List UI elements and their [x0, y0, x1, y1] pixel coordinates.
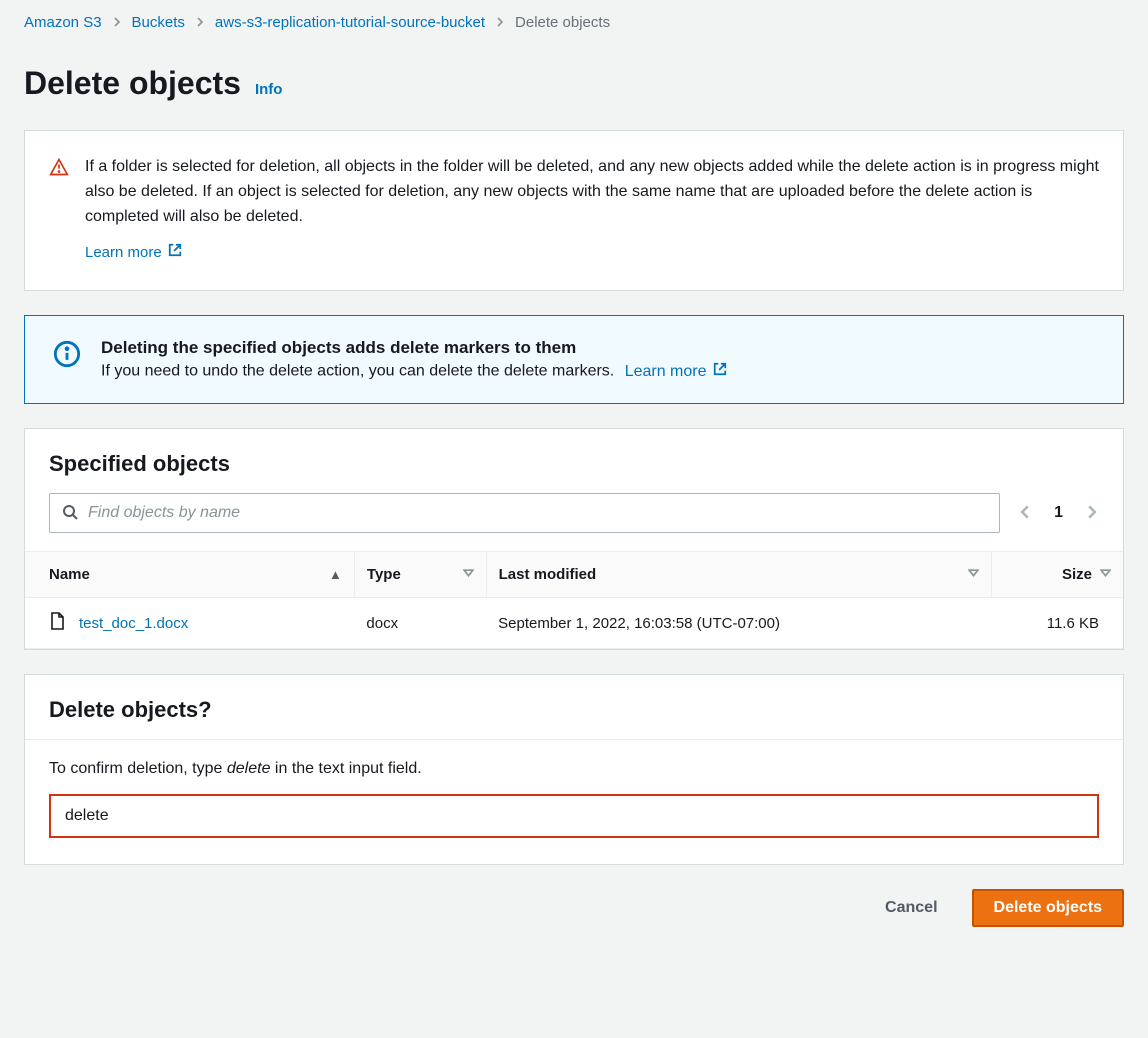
learn-more-link[interactable]: Learn more: [85, 241, 182, 264]
objects-table: Name ▲ Type Last modified: [25, 551, 1123, 649]
page-title: Delete objects: [24, 65, 241, 102]
info-icon: [53, 340, 81, 371]
filter-icon: [1100, 566, 1111, 583]
info-alert-title: Deleting the specified objects adds dele…: [101, 338, 727, 358]
confirm-instr-suffix: in the text input field.: [270, 760, 421, 777]
filter-icon: [463, 566, 474, 583]
learn-more-label: Learn more: [625, 363, 707, 381]
col-type-label: Type: [367, 566, 401, 583]
object-size: 11.6 KB: [991, 598, 1123, 649]
external-link-icon: [168, 241, 182, 264]
breadcrumb-item-current: Delete objects: [515, 14, 610, 31]
search-box[interactable]: [49, 493, 1000, 533]
col-name-label: Name: [49, 566, 90, 583]
next-page-button[interactable]: [1085, 505, 1099, 522]
specified-objects-panel: Specified objects 1 Na: [24, 428, 1124, 650]
breadcrumb: Amazon S3 Buckets aws-s3-replication-tut…: [24, 0, 1124, 45]
cancel-button[interactable]: Cancel: [879, 889, 943, 927]
table-header-row: Name ▲ Type Last modified: [25, 552, 1123, 598]
confirm-instr-prefix: To confirm deletion, type: [49, 760, 227, 777]
info-link[interactable]: Info: [255, 81, 283, 98]
external-link-icon: [713, 362, 727, 381]
search-icon: [62, 504, 78, 523]
chevron-right-icon: [112, 14, 122, 31]
chevron-right-icon: [195, 14, 205, 31]
object-modified: September 1, 2022, 16:03:58 (UTC-07:00): [486, 598, 991, 649]
confirm-panel: Delete objects? To confirm deletion, typ…: [24, 674, 1124, 865]
confirm-instr-keyword: delete: [227, 760, 271, 777]
prev-page-button[interactable]: [1018, 505, 1032, 522]
filter-icon: [968, 566, 979, 583]
col-size-label: Size: [1062, 566, 1092, 583]
info-alert-desc-text: If you need to undo the delete action, y…: [101, 363, 614, 380]
delete-objects-button[interactable]: Delete objects: [972, 889, 1124, 927]
actions-row: Cancel Delete objects: [24, 889, 1124, 927]
sort-asc-icon: ▲: [329, 567, 342, 582]
learn-more-link[interactable]: Learn more: [625, 362, 727, 381]
learn-more-label: Learn more: [85, 241, 162, 264]
col-modified-label: Last modified: [499, 566, 597, 583]
page-number: 1: [1054, 504, 1063, 522]
confirm-instruction: To confirm deletion, type delete in the …: [49, 760, 1099, 778]
breadcrumb-item-bucket-name[interactable]: aws-s3-replication-tutorial-source-bucke…: [215, 14, 485, 31]
info-alert: Deleting the specified objects adds dele…: [24, 315, 1124, 404]
breadcrumb-item-s3[interactable]: Amazon S3: [24, 14, 102, 31]
warning-text: If a folder is selected for deletion, al…: [85, 155, 1099, 229]
warning-icon: [49, 157, 69, 186]
col-size[interactable]: Size: [991, 552, 1123, 598]
page-title-row: Delete objects Info: [24, 65, 1124, 102]
breadcrumb-item-buckets[interactable]: Buckets: [132, 14, 185, 31]
col-type[interactable]: Type: [354, 552, 486, 598]
col-name[interactable]: Name ▲: [25, 552, 354, 598]
search-input[interactable]: [88, 504, 987, 522]
object-name-link[interactable]: test_doc_1.docx: [79, 615, 188, 632]
col-modified[interactable]: Last modified: [486, 552, 991, 598]
specified-objects-title: Specified objects: [49, 451, 1099, 477]
chevron-right-icon: [495, 14, 505, 31]
object-type: docx: [354, 598, 486, 649]
pager: 1: [1018, 504, 1099, 522]
confirm-title: Delete objects?: [49, 697, 1099, 723]
warning-panel: If a folder is selected for deletion, al…: [24, 130, 1124, 291]
file-icon: [49, 612, 65, 634]
info-alert-desc: If you need to undo the delete action, y…: [101, 362, 727, 381]
confirm-input[interactable]: [49, 794, 1099, 838]
table-row: test_doc_1.docx docx September 1, 2022, …: [25, 598, 1123, 649]
